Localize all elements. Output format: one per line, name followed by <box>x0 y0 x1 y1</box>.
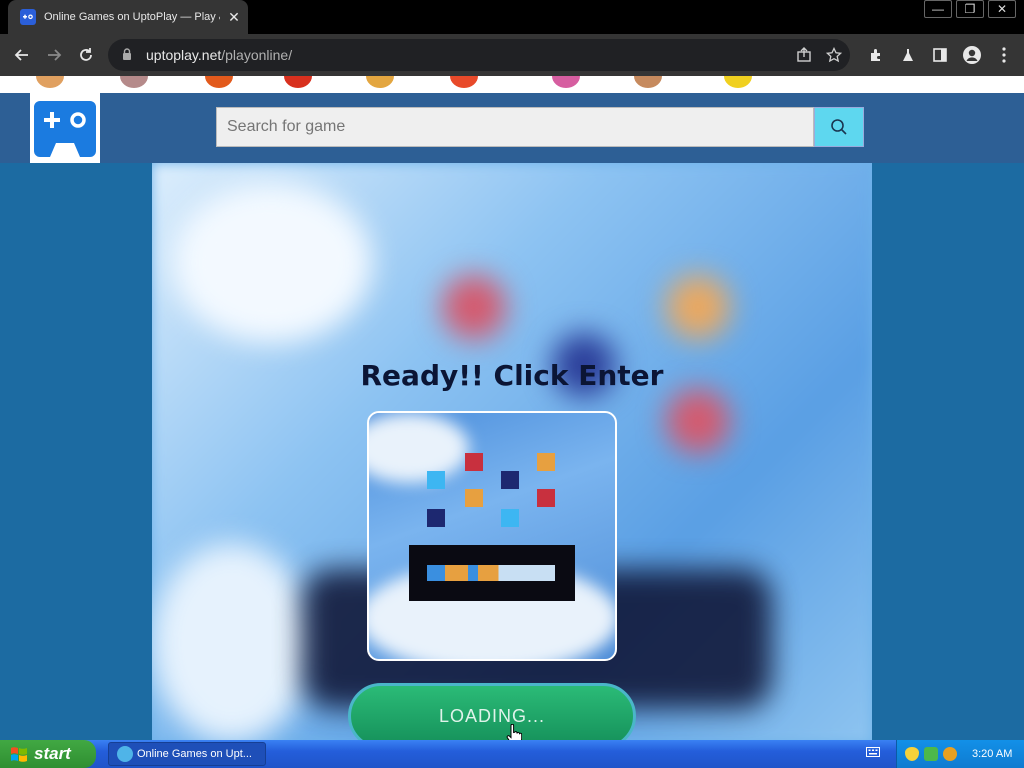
window-close-button[interactable]: ✕ <box>988 0 1016 18</box>
browser-tab[interactable]: Online Games on UptoPlay — Play & ✕ <box>8 0 248 34</box>
ready-heading: Ready!! Click Enter <box>360 359 664 392</box>
back-icon[interactable] <box>6 39 38 71</box>
reload-icon[interactable] <box>70 39 102 71</box>
navy-tile <box>427 509 445 527</box>
search-button[interactable] <box>814 107 864 147</box>
game-thumbnail[interactable] <box>120 76 148 88</box>
window-restore-button[interactable]: ❐ <box>956 0 984 18</box>
window-minimize-button[interactable]: — <box>924 0 952 18</box>
loading-button[interactable]: LOADING... <box>348 683 636 740</box>
cyan-tile <box>501 509 519 527</box>
taskbar-window-item[interactable]: Online Games on Upt... <box>108 742 266 766</box>
page-content: Ready!! Click Enter LOADING... <box>0 76 1024 740</box>
lock-icon[interactable] <box>122 48 136 62</box>
share-icon[interactable] <box>796 47 812 66</box>
windows-flag-icon <box>11 747 27 762</box>
tab-title: Online Games on UptoPlay — Play & <box>44 11 220 23</box>
red-tile <box>537 489 555 507</box>
orange-tile <box>537 453 555 471</box>
navy-tile <box>501 471 519 489</box>
red-tile <box>465 453 483 471</box>
windows-taskbar: start Online Games on Upt... 3:20 AM <box>0 740 1024 768</box>
browser-titlebar: Online Games on UptoPlay — Play & ✕ — ❐ … <box>0 0 1024 34</box>
search-tray-icon[interactable] <box>943 747 957 761</box>
cloud-shape <box>369 413 469 483</box>
search-icon <box>831 119 847 135</box>
start-label: start <box>34 744 71 763</box>
system-tray: 3:20 AM <box>896 740 1024 768</box>
clock: 3:20 AM <box>972 748 1013 760</box>
security-shield-icon[interactable] <box>905 747 919 761</box>
labs-icon[interactable] <box>892 39 924 71</box>
game-thumbnail[interactable] <box>205 76 233 88</box>
game-frame[interactable]: Ready!! Click Enter LOADING... <box>152 163 872 740</box>
extensions-icon[interactable] <box>860 39 892 71</box>
progress-bar <box>427 565 555 581</box>
url-path: /playonline/ <box>221 47 293 63</box>
address-bar[interactable]: uptoplay.net/playonline/ <box>108 39 850 71</box>
side-panel-icon[interactable] <box>924 39 956 71</box>
profile-icon[interactable] <box>956 39 988 71</box>
cloud-shape <box>152 543 312 740</box>
red-tile-blur <box>666 389 730 453</box>
game-thumbnail[interactable] <box>724 76 752 88</box>
url-domain: uptoplay.net <box>146 47 222 63</box>
game-thumbnail[interactable] <box>552 76 580 88</box>
game-thumbnail[interactable] <box>366 76 394 88</box>
start-button[interactable]: start <box>0 740 96 768</box>
game-thumbnail[interactable] <box>450 76 478 88</box>
red-tile-blur <box>442 275 506 339</box>
game-thumbnail[interactable] <box>36 76 64 88</box>
progress-panel <box>409 545 575 601</box>
keyboard-icon[interactable] <box>866 746 882 760</box>
orange-tile <box>465 489 483 507</box>
gamepad-logo-icon[interactable] <box>30 93 100 163</box>
star-icon[interactable] <box>825 46 843 66</box>
game-thumbnail[interactable] <box>634 76 662 88</box>
game-thumbnail[interactable] <box>284 76 312 88</box>
tab-close-icon[interactable]: ✕ <box>226 9 242 26</box>
url-text: uptoplay.net/playonline/ <box>146 47 292 63</box>
site-header <box>0 93 1024 163</box>
search-input[interactable] <box>216 107 814 147</box>
ie-icon <box>117 746 133 762</box>
uptoplay-favicon-icon <box>20 9 36 25</box>
menu-icon[interactable] <box>988 39 1020 71</box>
game-thumbnail-image[interactable] <box>367 411 617 661</box>
cloud-shape <box>172 183 372 343</box>
taskbar-window-label: Online Games on Upt... <box>137 748 252 760</box>
network-icon[interactable] <box>924 747 938 761</box>
games-thumbnail-strip <box>0 76 1024 93</box>
browser-toolbar: uptoplay.net/playonline/ <box>0 34 1024 76</box>
orange-tile-blur <box>666 275 730 339</box>
cyan-tile <box>427 471 445 489</box>
forward-icon[interactable] <box>38 39 70 71</box>
